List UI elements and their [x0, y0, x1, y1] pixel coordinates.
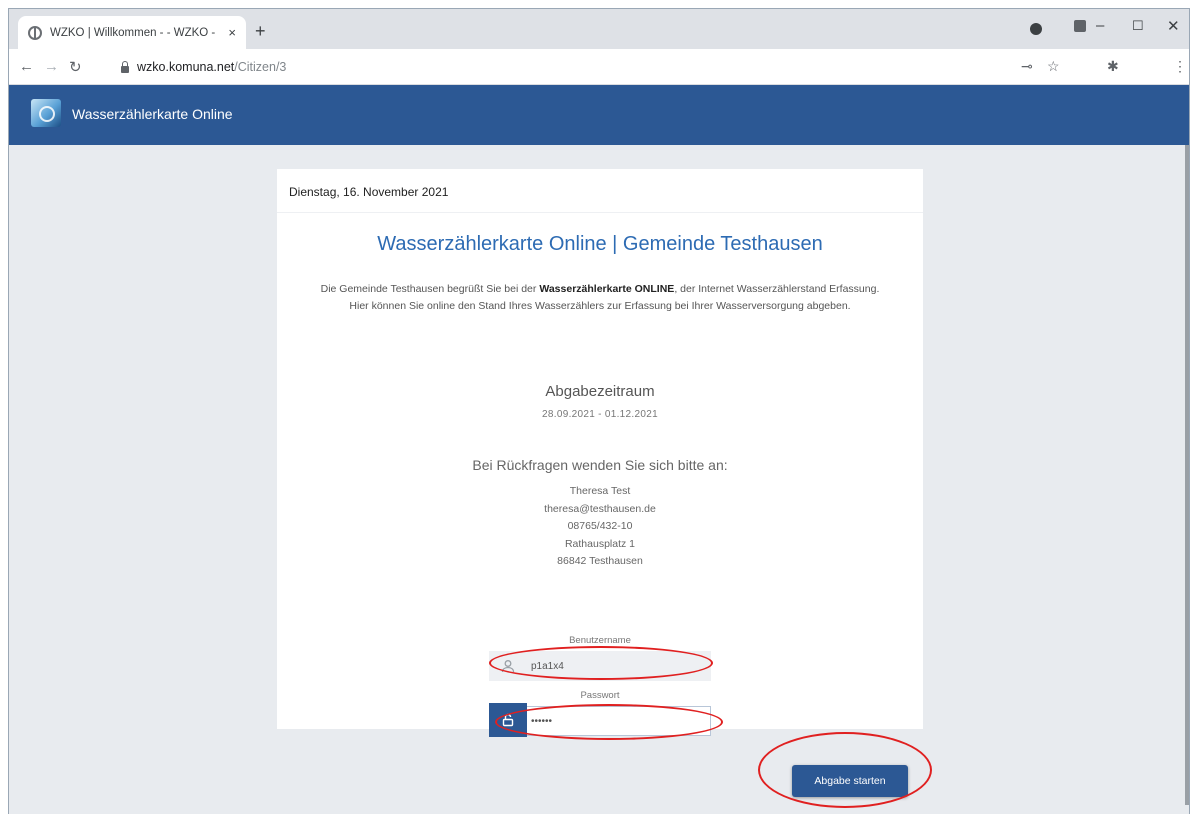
- tab-close-icon[interactable]: ×: [228, 25, 236, 40]
- unlock-icon: [489, 703, 527, 737]
- extension-icon[interactable]: [1074, 20, 1086, 32]
- star-icon[interactable]: ☆: [1047, 58, 1060, 75]
- new-tab-button[interactable]: +: [255, 22, 266, 40]
- forward-icon[interactable]: →: [44, 58, 59, 75]
- username-value: p1a1x4: [531, 660, 564, 672]
- contact-title: Bei Rückfragen wenden Sie sich bitte an:: [472, 457, 728, 473]
- content-area: Dienstag, 16. November 2021 Wasserzähler…: [9, 145, 1189, 814]
- app-header: Wasserzählerkarte Online: [9, 85, 1189, 145]
- intro-text-start: Die Gemeinde Testhausen begrüßt Sie bei …: [320, 283, 540, 295]
- tab-strip: WZKO | Willkommen - - WZKO - × + – ☐ ✕: [9, 9, 1189, 49]
- browser-window: WZKO | Willkommen - - WZKO - × + – ☐ ✕ ←…: [8, 8, 1190, 814]
- welcome-card: Dienstag, 16. November 2021 Wasserzähler…: [277, 169, 923, 797]
- tab-title: WZKO | Willkommen - - WZKO -: [50, 26, 216, 39]
- address-toolbar: ← → ↻ wzko.komuna.net/Citizen/3 ⊸ ☆ ✱ ⋮: [9, 49, 1189, 85]
- window-close-icon[interactable]: ✕: [1167, 17, 1180, 35]
- contact-block: Theresa Test theresa@testhausen.de 08765…: [277, 483, 923, 571]
- password-value: ••••••: [531, 715, 553, 727]
- browser-tab[interactable]: WZKO | Willkommen - - WZKO - ×: [18, 16, 246, 49]
- current-date: Dienstag, 16. November 2021: [277, 169, 923, 213]
- puzzle-icon[interactable]: ✱: [1107, 58, 1119, 75]
- contact-phone: 08765/432-10: [567, 520, 633, 532]
- url-host: wzko.komuna.net: [137, 60, 235, 74]
- back-icon[interactable]: ←: [19, 58, 34, 75]
- globe-icon: [28, 25, 42, 40]
- lock-icon: [121, 60, 129, 73]
- app-logo: [31, 99, 61, 127]
- record-icon[interactable]: [1030, 23, 1042, 35]
- maximize-icon[interactable]: ☐: [1132, 18, 1144, 34]
- contact-email: theresa@testhausen.de: [544, 502, 656, 515]
- username-field[interactable]: p1a1x4: [489, 651, 711, 681]
- username-label: Benutzername: [569, 635, 631, 646]
- password-field[interactable]: ••••••: [489, 703, 711, 737]
- intro-text-bold: Wasserzählerkarte ONLINE: [539, 283, 675, 295]
- period-title: Abgabezeitraum: [545, 383, 655, 400]
- url-path: /Citizen/3: [234, 60, 287, 74]
- period-range: 28.09.2021 - 01.12.2021: [542, 409, 658, 420]
- intro-text-end: , der Internet Wasserzählerstand Erfassu…: [674, 283, 880, 295]
- contact-city: 86842 Testhausen: [557, 555, 643, 567]
- intro-text-line2: Hier können Sie online den Stand Ihres W…: [349, 300, 851, 312]
- key-icon[interactable]: ⊸: [1021, 58, 1033, 75]
- menu-icon[interactable]: ⋮: [1173, 58, 1187, 75]
- intro-text: Die Gemeinde Testhausen begrüßt Sie bei …: [295, 281, 905, 315]
- contact-street: Rathausplatz 1: [564, 537, 636, 550]
- reload-icon[interactable]: ↻: [69, 58, 82, 76]
- app-title: Wasserzählerkarte Online: [72, 106, 233, 122]
- address-bar[interactable]: wzko.komuna.net/Citizen/3: [121, 56, 286, 78]
- password-label: Passwort: [580, 690, 620, 701]
- minimize-icon[interactable]: –: [1096, 17, 1104, 34]
- submit-button[interactable]: Abgabe starten: [792, 765, 908, 797]
- user-icon: [489, 651, 527, 681]
- page-title: Wasserzählerkarte Online | Gemeinde Test…: [377, 233, 823, 255]
- scrollbar[interactable]: [1185, 145, 1189, 805]
- contact-name: Theresa Test: [569, 485, 631, 497]
